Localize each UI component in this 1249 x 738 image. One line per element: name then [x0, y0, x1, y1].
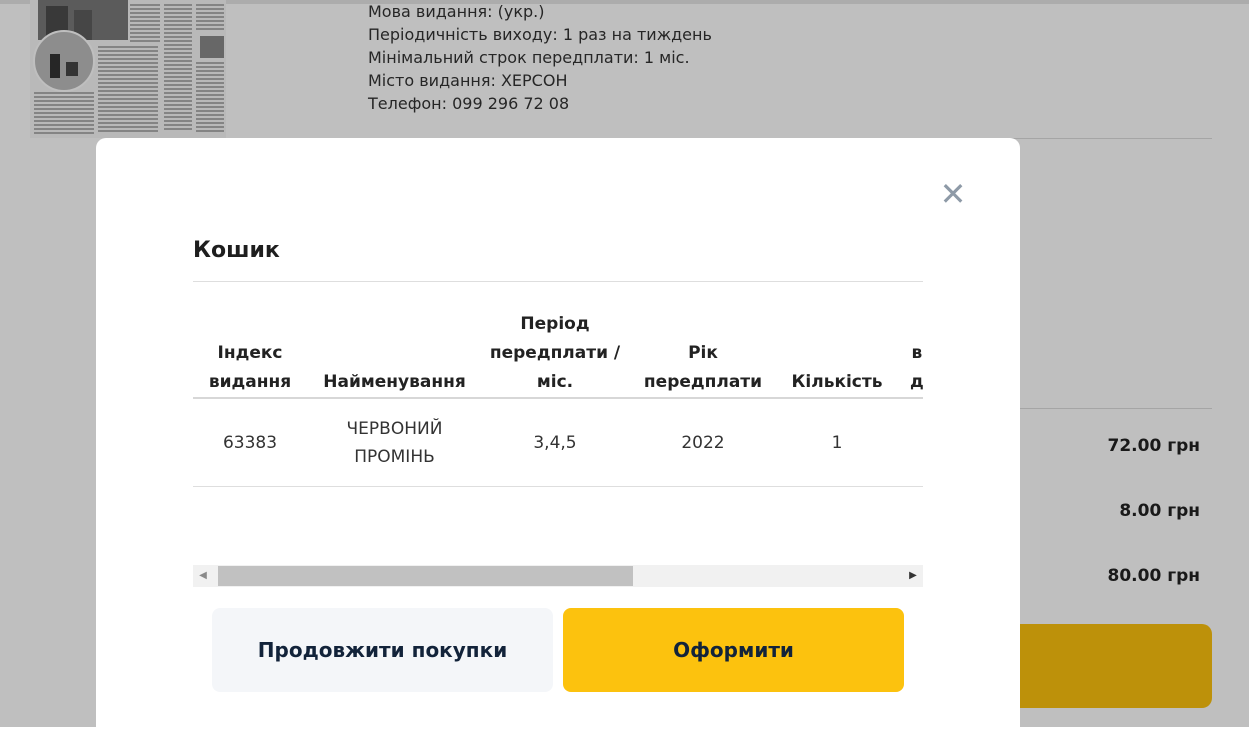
column-header-period: Період передплати / міс.: [489, 314, 621, 392]
close-icon[interactable]: ✕: [939, 178, 967, 210]
table-top-divider: [193, 281, 923, 282]
cell-year: 2022: [681, 433, 725, 453]
cell-quantity: 1: [831, 433, 843, 453]
column-header-index: Індекс видання: [208, 343, 292, 392]
cell-period: 3,4,5: [533, 433, 577, 453]
column-header-partial: вд: [910, 343, 923, 392]
scroll-left-icon[interactable]: ◀: [193, 565, 213, 587]
column-header-year: Рік передплати: [643, 343, 763, 392]
cart-title: Кошик: [193, 238, 280, 263]
continue-shopping-button[interactable]: Продовжити покупки: [212, 608, 553, 692]
cell-name: ЧЕРВОНИЙ ПРОМІНЬ: [346, 419, 443, 467]
scrollbar-thumb[interactable]: [218, 566, 633, 586]
cell-index: 63383: [222, 433, 278, 453]
checkout-button[interactable]: Оформити: [563, 608, 904, 692]
table-row-divider: [193, 486, 923, 487]
column-header-quantity: Кількість: [791, 372, 883, 392]
table-horizontal-scrollbar[interactable]: ◀ ▶: [193, 565, 923, 587]
column-header-name: Найменування: [323, 372, 466, 392]
scroll-right-icon[interactable]: ▶: [903, 565, 923, 587]
